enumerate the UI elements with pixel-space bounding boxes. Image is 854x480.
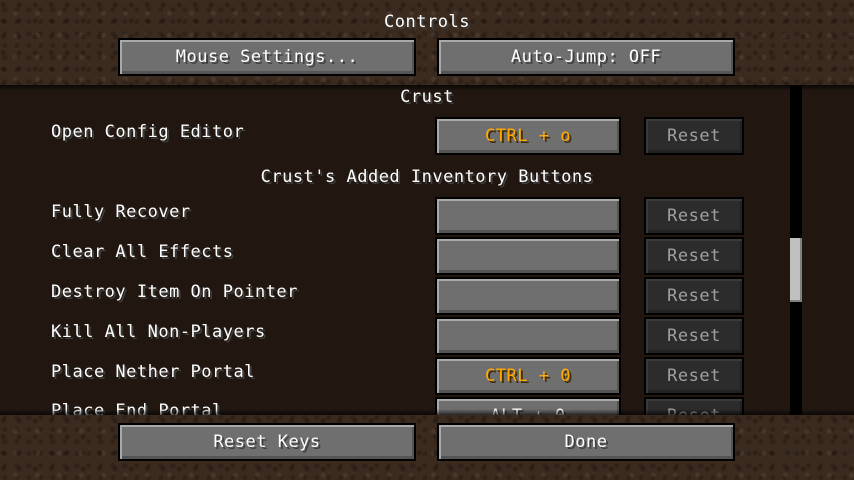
keybind-button-clear-all-effects[interactable] [435, 237, 621, 275]
keybind-label-destroy-item-on-pointer: Destroy Item On Pointer [51, 282, 298, 302]
keybind-button-open-config-editor[interactable]: CTRL + o [435, 117, 621, 155]
keybind-button-place-nether-portal[interactable]: CTRL + 0 [435, 357, 621, 395]
keybind-button-destroy-item-on-pointer[interactable] [435, 277, 621, 315]
keybind-label-open-config-editor: Open Config Editor [51, 122, 245, 142]
list-bottom-shadow [0, 409, 854, 415]
reset-button-clear-all-effects[interactable]: Reset [644, 237, 744, 275]
keybind-button-kill-all-non-players[interactable] [435, 317, 621, 355]
auto-jump-button[interactable]: Auto-Jump: OFF [437, 38, 735, 76]
screen-title: Controls [384, 12, 470, 32]
reset-button-place-nether-portal[interactable]: Reset [644, 357, 744, 395]
keybind-button-fully-recover[interactable] [435, 197, 621, 235]
category-inventory-buttons: Crust's Added Inventory Buttons [260, 167, 594, 187]
reset-button-open-config-editor[interactable]: Reset [644, 117, 744, 155]
scrollbar-thumb[interactable] [790, 238, 802, 302]
keybind-label-clear-all-effects: Clear All Effects [51, 242, 234, 262]
done-button[interactable]: Done [437, 423, 735, 461]
mouse-settings-button[interactable]: Mouse Settings... [118, 38, 416, 76]
keybind-list[interactable]: Crust Open Config Editor CTRL + o Reset … [0, 85, 854, 415]
keybind-label-fully-recover: Fully Recover [51, 202, 191, 222]
keybind-label-place-nether-portal: Place Nether Portal [51, 362, 255, 382]
list-top-shadow [0, 85, 854, 91]
reset-button-destroy-item-on-pointer[interactable]: Reset [644, 277, 744, 315]
reset-keys-button[interactable]: Reset Keys [118, 423, 416, 461]
reset-button-fully-recover[interactable]: Reset [644, 197, 744, 235]
reset-button-kill-all-non-players[interactable]: Reset [644, 317, 744, 355]
keybind-label-kill-all-non-players: Kill All Non-Players [51, 322, 266, 342]
